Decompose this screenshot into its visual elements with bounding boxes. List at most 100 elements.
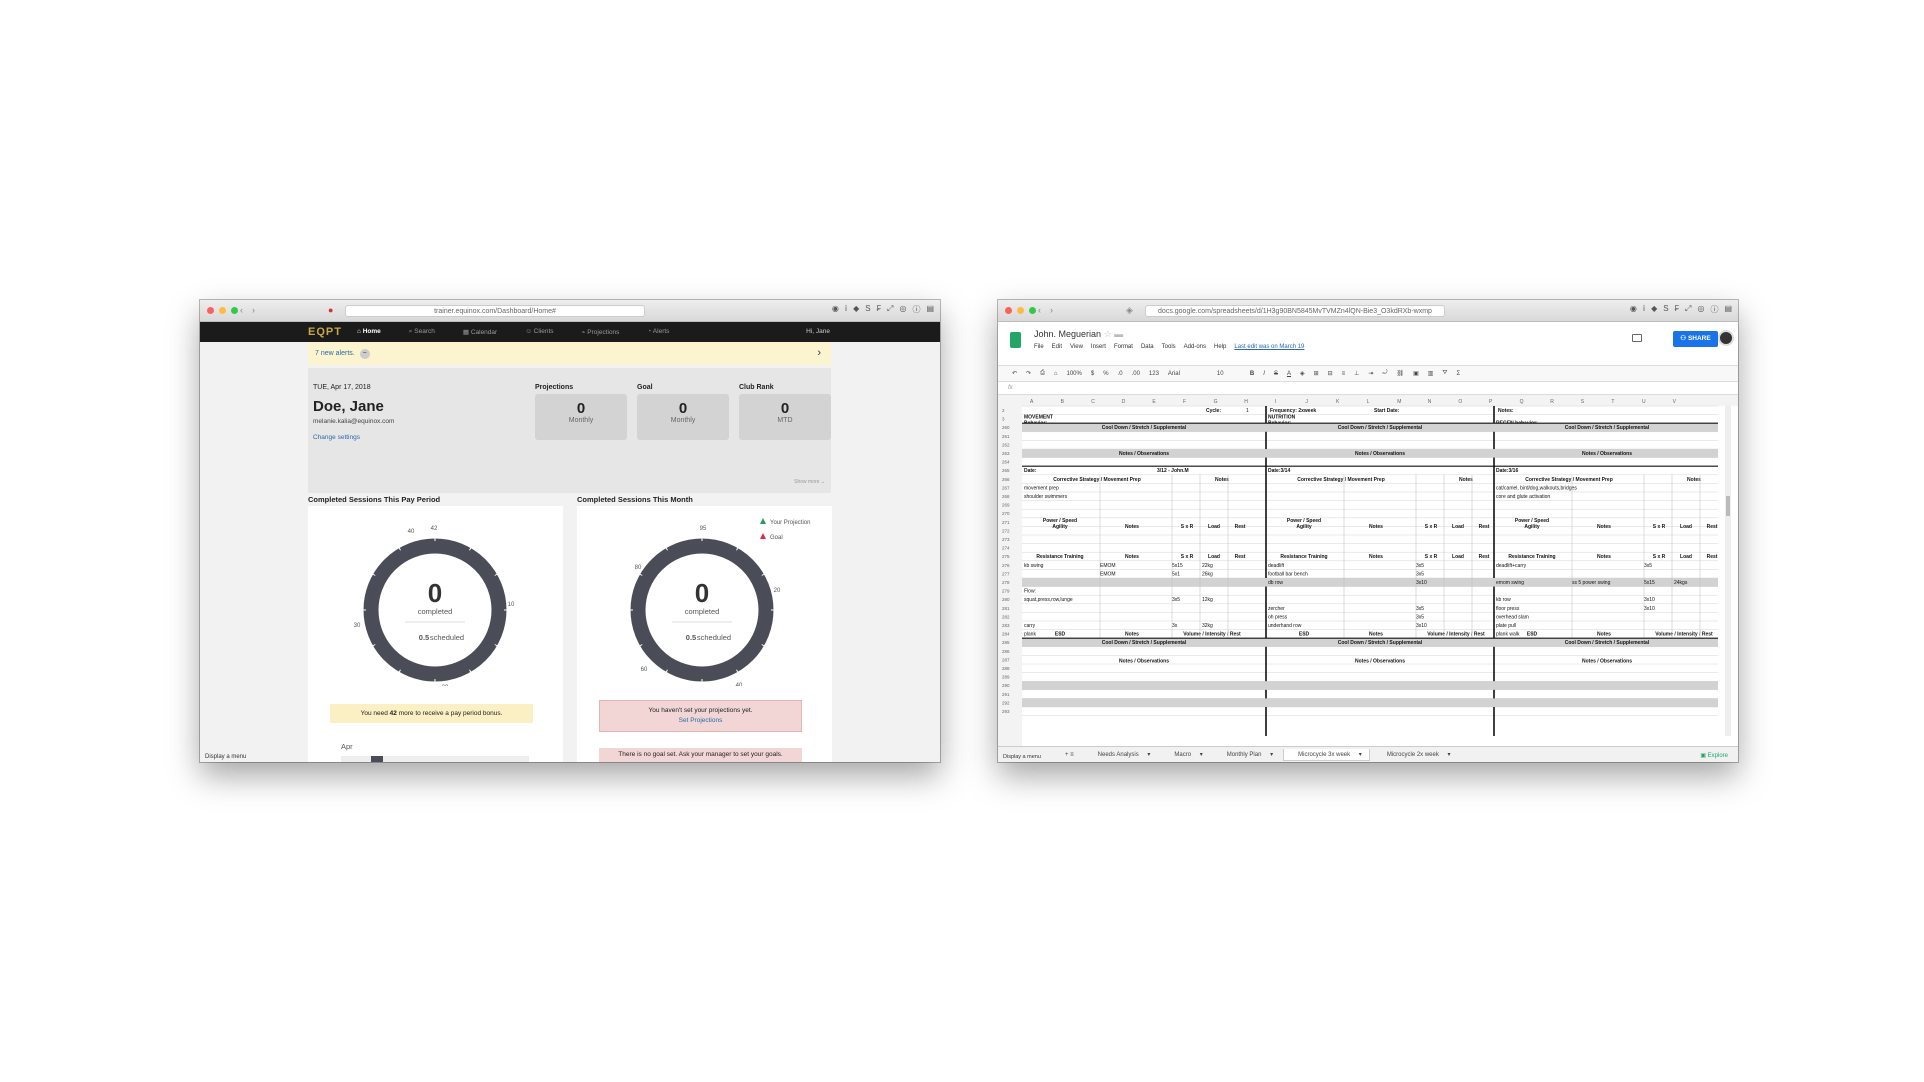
currency-button[interactable]: $	[1091, 371, 1094, 377]
zoom-select[interactable]: 100%	[1067, 371, 1082, 377]
toolbar-icon[interactable]: S	[865, 304, 870, 315]
font-select[interactable]: Arial	[1168, 371, 1208, 377]
tab-microcycle-3x[interactable]: Microcycle 3x week ▾	[1283, 748, 1370, 761]
alert-banner[interactable]: 7 new alerts. − ›	[308, 342, 831, 365]
menu-addons[interactable]: Add-ons	[1184, 344, 1206, 350]
show-more-link[interactable]: Show more ⌄	[794, 479, 825, 485]
share-button[interactable]: ⚇ SHARE	[1673, 331, 1718, 347]
fill-color-icon[interactable]: ◈	[1300, 370, 1305, 377]
toolbar-icon[interactable]: ⅰ	[1643, 304, 1645, 315]
minimize-icon[interactable]	[219, 307, 226, 314]
close-icon[interactable]	[1005, 307, 1012, 314]
toolbar-icon[interactable]: ◎	[1697, 304, 1704, 315]
back-icon[interactable]: ‹	[1038, 305, 1041, 315]
toolbar-icon[interactable]: ◎	[899, 304, 906, 315]
comment-add-icon[interactable]: ▣	[1413, 370, 1419, 377]
toolbar-icon[interactable]: ▤	[1724, 304, 1732, 315]
menu-tools[interactable]: Tools	[1162, 344, 1176, 350]
back-icon[interactable]: ‹	[240, 305, 243, 315]
menu-format[interactable]: Format	[1114, 344, 1133, 350]
explore-button[interactable]: ▣ Explore	[1700, 752, 1728, 759]
zoom-icon[interactable]	[1029, 307, 1036, 314]
nav-projections[interactable]: ⌁ Projections	[582, 328, 620, 336]
toolbar-icon[interactable]: ◉	[832, 304, 839, 315]
percent-button[interactable]: %	[1103, 371, 1108, 377]
toolbar-icon[interactable]: ⤢	[887, 304, 893, 315]
decimal-decrease-button[interactable]: .0	[1118, 371, 1123, 377]
forward-icon[interactable]: ›	[252, 305, 255, 315]
formula-bar[interactable]: fx	[998, 382, 1738, 395]
toolbar-icon[interactable]: ⅰ	[845, 304, 847, 315]
add-sheet-icon[interactable]: + ≡	[1058, 750, 1081, 760]
avatar[interactable]	[1718, 330, 1734, 346]
toolbar-icon[interactable]: ⤢	[1685, 304, 1691, 315]
nav-calendar[interactable]: ▦ Calendar	[463, 328, 497, 336]
toolbar-icon[interactable]: ₣	[1675, 304, 1679, 315]
redo-icon[interactable]: ↷	[1026, 370, 1031, 377]
set-projections-link[interactable]: Set Projections	[600, 716, 801, 726]
chevron-right-icon[interactable]: ›	[817, 342, 821, 365]
wrap-icon[interactable]: ⇥	[1368, 370, 1373, 377]
undo-icon[interactable]: ↶	[1012, 370, 1017, 377]
nav-alerts[interactable]: ◔ Alerts	[647, 328, 669, 336]
toolbar-icon[interactable]: ◆	[853, 304, 859, 315]
doc-title[interactable]: John. Meguerian ☆ ▬	[1034, 329, 1123, 340]
user-menu[interactable]: Hi, Jane	[806, 328, 830, 335]
shield-icon[interactable]: ◈	[1126, 305, 1133, 316]
menu-insert[interactable]: Insert	[1091, 344, 1106, 350]
merge-icon[interactable]: ⊟	[1328, 370, 1333, 377]
eqpt-logo[interactable]: EQPT	[308, 326, 342, 338]
change-settings-link[interactable]: Change settings	[313, 434, 360, 441]
last-edit-link[interactable]: Last edit was on March 19	[1234, 344, 1304, 350]
nav-home[interactable]: ⌂ Home	[357, 328, 381, 336]
spreadsheet-grid[interactable]: A B C D E F G H I J K L M N O P Q R S T U V 2 3 260 261 262 263 264 2…	[998, 396, 1738, 746]
toolbar-icon[interactable]: ◉	[1630, 304, 1637, 315]
print-icon[interactable]: ⎙	[1040, 370, 1045, 377]
address-bar[interactable]: docs.google.com/spreadsheets/d/1H3g90BN5…	[1145, 305, 1445, 317]
extension-icon[interactable]: ●	[328, 305, 333, 315]
tab-monthly-plan[interactable]: Monthly Plan ▾	[1213, 749, 1280, 760]
nav-search[interactable]: ⌕ Search	[409, 328, 435, 336]
address-bar[interactable]: trainer.equinox.com/Dashboard/Home#	[345, 305, 645, 317]
bold-button[interactable]: B	[1250, 371, 1254, 377]
toolbar-icon[interactable]: ◆	[1651, 304, 1657, 315]
toolbar-icon[interactable]: ⓘ	[912, 304, 920, 315]
display-menu-label[interactable]: Display a menu	[1003, 754, 1041, 760]
display-menu-label[interactable]: Display a menu	[205, 754, 246, 760]
menu-file[interactable]: File	[1034, 344, 1044, 350]
forward-icon[interactable]: ›	[1050, 305, 1053, 315]
alert-text[interactable]: new alerts.	[321, 350, 355, 357]
nav-clients[interactable]: ☺ Clients	[525, 328, 553, 336]
valign-icon[interactable]: ⊥	[1354, 370, 1359, 377]
toolbar-icon[interactable]: ▤	[926, 304, 934, 315]
menu-view[interactable]: View	[1070, 344, 1083, 350]
font-size-select[interactable]: 10	[1217, 371, 1241, 377]
paint-format-icon[interactable]: ⌂	[1054, 371, 1058, 377]
strikethrough-button[interactable]: S	[1274, 371, 1278, 377]
tab-microcycle-2x[interactable]: Microcycle 2x week ▾	[1373, 749, 1458, 760]
comment-icon[interactable]	[1632, 334, 1642, 342]
zoom-icon[interactable]	[231, 307, 238, 314]
align-icon[interactable]: ≡	[1342, 371, 1346, 377]
link-icon[interactable]: ⛓	[1396, 370, 1404, 377]
tab-needs-analysis[interactable]: Needs Analysis ▾	[1084, 749, 1158, 760]
menu-help[interactable]: Help	[1214, 344, 1226, 350]
decimal-increase-button[interactable]: .00	[1132, 371, 1140, 377]
chart-icon[interactable]: ▥	[1428, 370, 1434, 377]
rotate-icon[interactable]: ⤾	[1382, 370, 1387, 377]
collapse-icon[interactable]: −	[359, 349, 370, 359]
tab-macro[interactable]: Macro ▾	[1160, 749, 1209, 760]
menu-data[interactable]: Data	[1141, 344, 1154, 350]
menu-edit[interactable]: Edit	[1052, 344, 1062, 350]
sheets-logo-icon[interactable]	[1010, 332, 1021, 348]
borders-icon[interactable]: ⊞	[1314, 370, 1319, 377]
minimize-icon[interactable]	[1017, 307, 1024, 314]
functions-icon[interactable]: Σ	[1456, 371, 1460, 377]
filter-icon[interactable]: ⛛	[1442, 370, 1447, 377]
italic-button[interactable]: I	[1263, 371, 1265, 377]
toolbar-icon[interactable]: ⓘ	[1710, 304, 1718, 315]
toolbar-icon[interactable]: ₣	[877, 304, 881, 315]
toolbar-icon[interactable]: S	[1663, 304, 1668, 315]
close-icon[interactable]	[207, 307, 214, 314]
format-select[interactable]: 123	[1149, 371, 1159, 377]
